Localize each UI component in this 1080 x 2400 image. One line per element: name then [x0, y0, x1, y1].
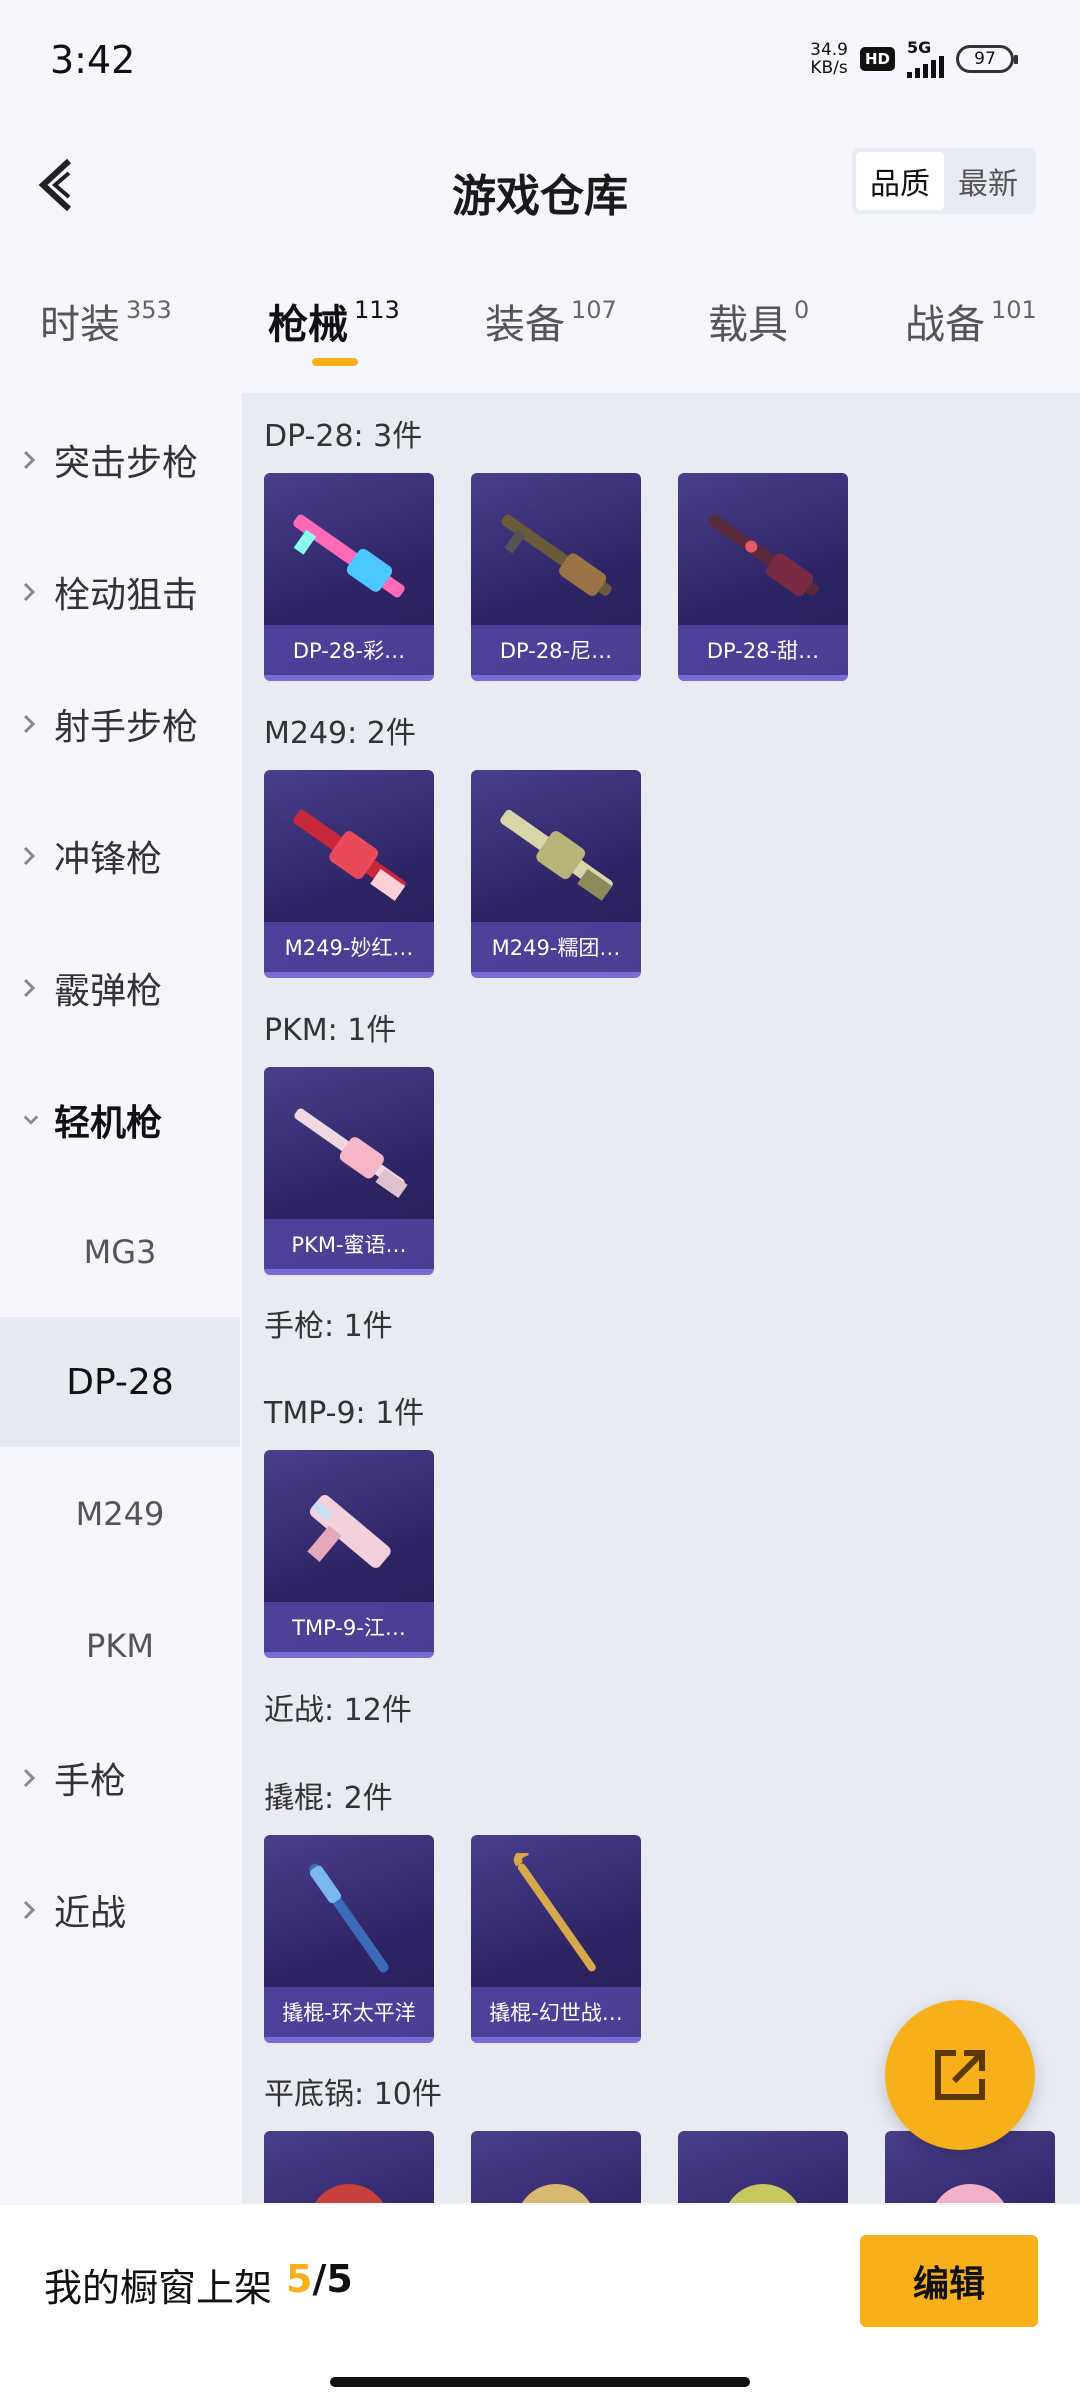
item-card[interactable]: [471, 2131, 641, 2203]
frying-pan-skin-image: [935, 2184, 1005, 2203]
item-card[interactable]: DP-28-彩…: [264, 473, 434, 681]
status-time: 3:42: [50, 38, 136, 82]
tmp9-skin-image: [307, 1495, 391, 1568]
tab-supplies[interactable]: 战备 101: [905, 292, 1037, 350]
sort-quality-option[interactable]: 品质: [856, 152, 944, 210]
chevron-right-icon: [22, 448, 40, 472]
group-title: 手枪: 1件: [264, 1309, 393, 1344]
network-speed: 34.9 KB/s: [810, 40, 848, 78]
sidebar-subitem-dp28[interactable]: DP-28: [0, 1317, 240, 1447]
item-card[interactable]: DP-28-尼…: [471, 473, 641, 681]
chevron-right-icon: [22, 580, 40, 604]
chevron-down-icon: [22, 1113, 40, 1127]
active-tab-indicator: [312, 358, 358, 366]
item-grid: DP-28: 3件 DP-28-彩… DP-28-尼… DP-28-甜… M24…: [242, 393, 1080, 2203]
frying-pan-skin-image: [521, 2184, 591, 2203]
sidebar-item-lmg[interactable]: 轻机枪: [0, 1055, 240, 1185]
tab-equipment[interactable]: 装备 107: [485, 292, 617, 350]
item-card[interactable]: [678, 2131, 848, 2203]
showcase-count: 5: [286, 2257, 313, 2301]
battery-icon: 97: [956, 45, 1018, 73]
dp28-skin-image: [293, 514, 405, 598]
sidebar-item-smg[interactable]: 冲锋枪: [0, 791, 240, 921]
sidebar-item-shotgun[interactable]: 霰弹枪: [0, 923, 240, 1053]
crowbar-skin-image: [513, 1853, 596, 1972]
crowbar-skin-image: [309, 1863, 389, 1973]
edit-button[interactable]: 编辑: [860, 2235, 1038, 2327]
frying-pan-skin-image: [728, 2184, 798, 2203]
app-header: 游戏仓库 品质 最新: [0, 130, 1080, 260]
signal-icon: 5G: [907, 40, 944, 78]
item-card[interactable]: M249-糯团…: [471, 770, 641, 978]
chevron-right-icon: [22, 1898, 40, 1922]
group-title: M249: 2件: [264, 716, 416, 751]
item-card[interactable]: PKM-蜜语…: [264, 1067, 434, 1275]
status-bar: 3:42 34.9 KB/s HD 5G 97: [0, 0, 1080, 130]
showcase-status: 我的橱窗上架 5 /5: [44, 2257, 353, 2310]
item-card[interactable]: TMP-9-江…: [264, 1450, 434, 1658]
sidebar-item-marksman-rifle[interactable]: 射手步枪: [0, 659, 240, 789]
sidebar-item-melee[interactable]: 近战: [0, 1845, 240, 1975]
m249-skin-image: [500, 809, 613, 901]
item-card[interactable]: 撬棍-幻世战…: [471, 1835, 641, 2043]
weapon-type-sidebar: 突击步枪 栓动狙击 射手步枪 冲锋枪 霰弹枪 轻机枪 MG3 DP-28 M24…: [0, 395, 240, 2205]
dp28-skin-image: [501, 514, 612, 596]
item-card[interactable]: DP-28-甜…: [678, 473, 848, 681]
sidebar-item-bolt-sniper[interactable]: 栓动狙击: [0, 527, 240, 657]
tab-fashion[interactable]: 时装 353: [40, 292, 172, 350]
showcase-total: /5: [312, 2257, 353, 2301]
group-title: 撬棍: 2件: [264, 1781, 393, 1816]
group-title: 近战: 12件: [264, 1693, 412, 1728]
sidebar-subitem-pkm[interactable]: PKM: [0, 1581, 240, 1711]
dp28-skin-image: [708, 514, 819, 596]
group-title: DP-28: 3件: [264, 419, 423, 454]
group-title: 平底锅: 10件: [264, 2077, 442, 2112]
item-card[interactable]: 撬棍-环太平洋: [264, 1835, 434, 2043]
tab-firearms[interactable]: 枪械 113: [268, 292, 400, 350]
share-export-icon: [935, 2050, 985, 2100]
status-icons: 34.9 KB/s HD 5G 97: [810, 40, 1018, 78]
chevron-right-icon: [22, 976, 40, 1000]
pkm-skin-image: [294, 1108, 408, 1199]
bottom-bar: 我的橱窗上架 5 /5 编辑: [0, 2205, 1080, 2400]
sidebar-item-assault-rifle[interactable]: 突击步枪: [0, 395, 240, 525]
sidebar-subitem-m249[interactable]: M249: [0, 1449, 240, 1579]
sidebar-item-pistol[interactable]: 手枪: [0, 1713, 240, 1843]
share-button[interactable]: [885, 2000, 1035, 2150]
category-tabs: 时装 353 枪械 113 装备 107 载具 0 战备 101: [0, 280, 1080, 390]
sort-toggle: 品质 最新: [852, 148, 1036, 214]
sidebar-subitem-mg3[interactable]: MG3: [0, 1187, 240, 1317]
chevron-right-icon: [22, 844, 40, 868]
item-card[interactable]: M249-妙红…: [264, 770, 434, 978]
chevron-right-icon: [22, 712, 40, 736]
sort-newest-option[interactable]: 最新: [944, 152, 1032, 210]
m249-skin-image: [293, 809, 406, 901]
group-title: TMP-9: 1件: [264, 1396, 425, 1431]
tab-vehicles[interactable]: 载具 0: [708, 292, 809, 350]
item-card[interactable]: [264, 2131, 434, 2203]
hd-icon: HD: [859, 47, 895, 71]
frying-pan-skin-image: [314, 2184, 384, 2203]
home-indicator[interactable]: [330, 2377, 750, 2387]
group-title: PKM: 1件: [264, 1013, 397, 1048]
chevron-right-icon: [22, 1766, 40, 1790]
